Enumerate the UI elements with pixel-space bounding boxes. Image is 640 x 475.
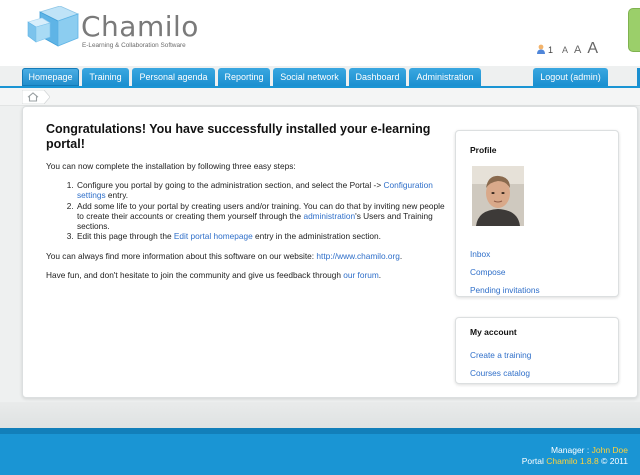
footer: Manager : John Doe Portal Chamilo 1.8.8 … xyxy=(0,428,640,475)
avatar[interactable] xyxy=(472,166,524,226)
chamilo-website-link[interactable]: http://www.chamilo.org xyxy=(316,251,399,261)
tab-administration[interactable]: Administration xyxy=(409,68,481,86)
info-text: You can always find more information abo… xyxy=(46,250,403,261)
step-item: Edit this page through the Edit portal h… xyxy=(76,231,451,241)
my-account-block: My account Create a training Courses cat… xyxy=(455,317,619,384)
footer-portal: Portal Chamilo 1.8.8 © 2011 xyxy=(521,456,628,466)
side-drawer-tab[interactable] xyxy=(628,8,640,52)
users-online-count: 1 xyxy=(548,44,554,55)
logo-tagline: E-Learning & Collaboration Software xyxy=(82,42,186,49)
logo-wordmark: Chamilo xyxy=(81,10,199,43)
manager-name-link[interactable]: John Doe xyxy=(592,445,628,455)
main-panel: Congratulations! You have successfully i… xyxy=(22,106,638,398)
font-increase-button[interactable]: A xyxy=(587,40,598,58)
tab-reporting[interactable]: Reporting xyxy=(218,68,270,86)
logo-cube-icon xyxy=(27,6,80,47)
font-reset-button[interactable]: A xyxy=(574,44,581,56)
pending-invitations-link[interactable]: Pending invitations xyxy=(470,285,540,295)
tab-homepage[interactable]: Homepage xyxy=(22,68,79,86)
font-size-controls: A A A xyxy=(562,40,598,58)
intro-text: You can now complete the installation by… xyxy=(46,161,296,171)
footer-manager: Manager : John Doe xyxy=(550,445,628,455)
profile-title: Profile xyxy=(470,145,497,155)
courses-catalog-link[interactable]: Courses catalog xyxy=(470,368,530,378)
step-item: Configure you portal by going to the adm… xyxy=(76,180,451,201)
home-icon[interactable] xyxy=(22,90,50,104)
footer-band xyxy=(0,428,640,434)
create-training-link[interactable]: Create a training xyxy=(470,350,531,360)
breadcrumb xyxy=(0,88,640,106)
forum-link[interactable]: our forum xyxy=(343,270,379,280)
tab-social-network[interactable]: Social network xyxy=(273,68,346,86)
main-navigation: Homepage Training Personal agenda Report… xyxy=(0,66,640,88)
administration-link[interactable]: administration xyxy=(303,211,355,221)
my-account-title: My account xyxy=(470,327,517,337)
steps-list: Configure you portal by going to the adm… xyxy=(76,180,451,242)
edit-portal-homepage-link[interactable]: Edit portal homepage xyxy=(174,231,253,241)
chamilo-logo[interactable]: Chamilo E-Learning & Collaboration Softw… xyxy=(26,6,216,52)
step-item: Add some life to your portal by creating… xyxy=(76,201,451,232)
page-title: Congratulations! You have successfully i… xyxy=(46,122,431,151)
tab-training[interactable]: Training xyxy=(82,68,129,86)
font-decrease-button[interactable]: A xyxy=(562,45,568,55)
compose-link[interactable]: Compose xyxy=(470,267,506,277)
welcome-content: Congratulations! You have successfully i… xyxy=(46,122,451,280)
feedback-text: Have fun, and don't hesitate to join the… xyxy=(46,269,382,280)
header: Chamilo E-Learning & Collaboration Softw… xyxy=(0,0,640,66)
user-online-icon xyxy=(537,44,545,54)
profile-block: Profile Inbox Compose Pending invitation… xyxy=(455,130,619,297)
tab-dashboard[interactable]: Dashboard xyxy=(349,68,406,86)
logout-button[interactable]: Logout (admin) xyxy=(533,68,608,86)
footer-spacer xyxy=(0,402,640,428)
tab-personal-agenda[interactable]: Personal agenda xyxy=(132,68,215,86)
inbox-link[interactable]: Inbox xyxy=(470,249,490,259)
chamilo-version-link[interactable]: Chamilo 1.8.8 xyxy=(546,456,598,466)
users-online[interactable]: 1 xyxy=(536,44,553,55)
